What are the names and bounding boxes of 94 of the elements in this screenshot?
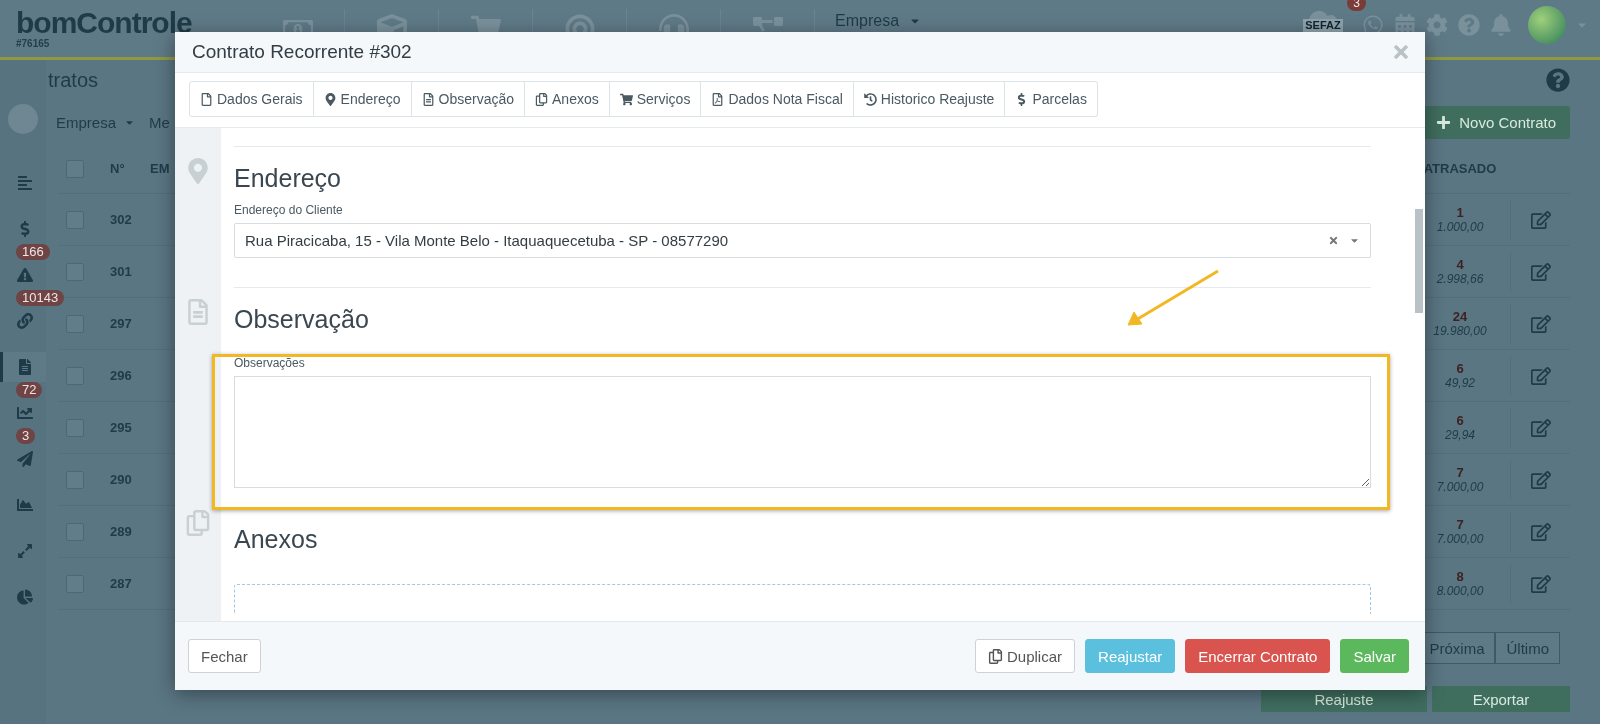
overdue-amount: 29,94	[1445, 428, 1475, 442]
count-badge: 3	[16, 428, 36, 444]
pie-chart-icon	[16, 589, 33, 605]
overdue-amount: 19.980,00	[1433, 324, 1487, 338]
new-contract-button[interactable]: Novo Contrato	[1422, 105, 1570, 139]
document-icon	[16, 359, 33, 375]
edit-icon[interactable]	[1530, 313, 1551, 334]
map-pin-icon	[323, 92, 337, 106]
table-cell-text: 301	[110, 264, 133, 279]
footer-button[interactable]: Fechar	[188, 639, 261, 673]
avatar[interactable]	[1528, 6, 1566, 44]
history-icon	[863, 92, 877, 106]
copy-icon	[185, 510, 211, 536]
tab[interactable]: Endereço	[313, 81, 412, 117]
paper-plane-icon	[16, 451, 33, 467]
help-icon[interactable]	[1546, 68, 1570, 92]
table-cell-text: 302	[110, 212, 133, 227]
table-cell-text: 289	[110, 524, 133, 539]
account-number: #76165	[16, 38, 51, 49]
close-icon[interactable]	[1391, 42, 1411, 62]
warning-icon	[16, 267, 33, 283]
clear-icon[interactable]	[1328, 235, 1339, 247]
tab[interactable]: Parcelas	[1005, 81, 1098, 117]
overdue-amount: 7.000,00	[1436, 532, 1484, 546]
table-cell-text: 287	[110, 576, 133, 591]
help-icon[interactable]	[1458, 14, 1480, 36]
table-cell-text: 297	[110, 316, 133, 331]
overdue-count: 7	[1456, 517, 1464, 532]
logo: bomControle	[16, 8, 193, 38]
tab[interactable]: Dados Gerais	[189, 81, 314, 117]
area-chart-icon	[16, 497, 33, 513]
column-header: EM	[150, 161, 171, 176]
table-cell-text: 296	[110, 368, 133, 383]
cart-icon	[619, 92, 633, 106]
count-badge: 10143	[16, 290, 65, 306]
file-icon	[200, 92, 213, 106]
expand-icon	[16, 543, 33, 559]
modal-title: Contrato Recorrente #302	[192, 41, 412, 63]
edit-icon[interactable]	[1530, 521, 1551, 542]
plus-icon	[1436, 114, 1452, 130]
overdue-count: 24	[1452, 309, 1468, 324]
map-pin-icon	[185, 158, 211, 184]
edit-icon[interactable]	[1530, 573, 1551, 594]
tab[interactable]: Serviços	[609, 81, 702, 117]
overdue-amount: 7.000,00	[1436, 480, 1484, 494]
link-icon	[16, 313, 33, 329]
overdue-amount: 2.998,66	[1436, 272, 1484, 286]
overdue-count: 8	[1456, 569, 1464, 584]
field-label: Endereço do Cliente	[234, 203, 344, 218]
count-badge: 72	[16, 382, 43, 398]
overdue-count: 6	[1456, 413, 1464, 428]
pdf-icon	[711, 92, 725, 106]
overdue-amount: 49,92	[1445, 376, 1475, 390]
overdue-count: 1	[1456, 205, 1464, 220]
edit-icon[interactable]	[1530, 417, 1551, 438]
footer-button[interactable]: Duplicar	[975, 639, 1076, 673]
copy-icon	[988, 648, 1003, 664]
table-cell-text: 290	[110, 472, 133, 487]
line-chart-icon	[16, 405, 33, 421]
edit-icon[interactable]	[1530, 469, 1551, 490]
section-heading: Endereço	[234, 164, 343, 194]
column-header: N°	[110, 161, 126, 176]
bell-icon[interactable]	[1490, 14, 1512, 36]
count-badge: 166	[16, 244, 50, 260]
tab[interactable]: Dados Nota Fiscal	[701, 81, 854, 117]
tab[interactable]: Historico Reajuste	[853, 81, 1006, 117]
footer-button[interactable]: Encerrar Contrato	[1185, 639, 1331, 673]
document-icon	[421, 92, 435, 106]
section-heading: Anexos	[234, 524, 319, 554]
table-cell-text: 295	[110, 420, 133, 435]
edit-icon[interactable]	[1530, 365, 1551, 386]
document-icon	[185, 299, 211, 325]
field-label: Observações	[234, 355, 306, 370]
page-title: tratos	[48, 68, 99, 92]
settings-icon[interactable]	[1426, 14, 1448, 36]
overdue-count: 6	[1456, 361, 1464, 376]
list-icon	[16, 175, 33, 191]
column-header: ATRASADO	[1423, 161, 1497, 176]
overdue-amount: 1.000,00	[1436, 220, 1484, 234]
copy-icon	[535, 92, 548, 106]
action-button[interactable]: Exportar	[1432, 686, 1570, 712]
edit-icon[interactable]	[1530, 261, 1551, 282]
section-heading: Observação	[234, 304, 370, 334]
tab[interactable]: Observação	[411, 81, 525, 117]
overdue-count: 7	[1456, 465, 1464, 480]
overdue-amount: 8.000,00	[1436, 584, 1484, 598]
address-select[interactable]: Rua Piracicaba, 15 - Vila Monte Belo - Itaquaquecetuba - SP - 08577290	[234, 223, 1371, 259]
sidebar-item[interactable]	[0, 352, 46, 382]
observations-field[interactable]	[234, 375, 1371, 488]
overdue-count: 4	[1456, 257, 1464, 272]
drop-zone[interactable]	[234, 583, 1371, 614]
edit-icon[interactable]	[1530, 209, 1551, 230]
tab[interactable]: Anexos	[525, 81, 610, 117]
user-circle-icon	[8, 104, 38, 134]
